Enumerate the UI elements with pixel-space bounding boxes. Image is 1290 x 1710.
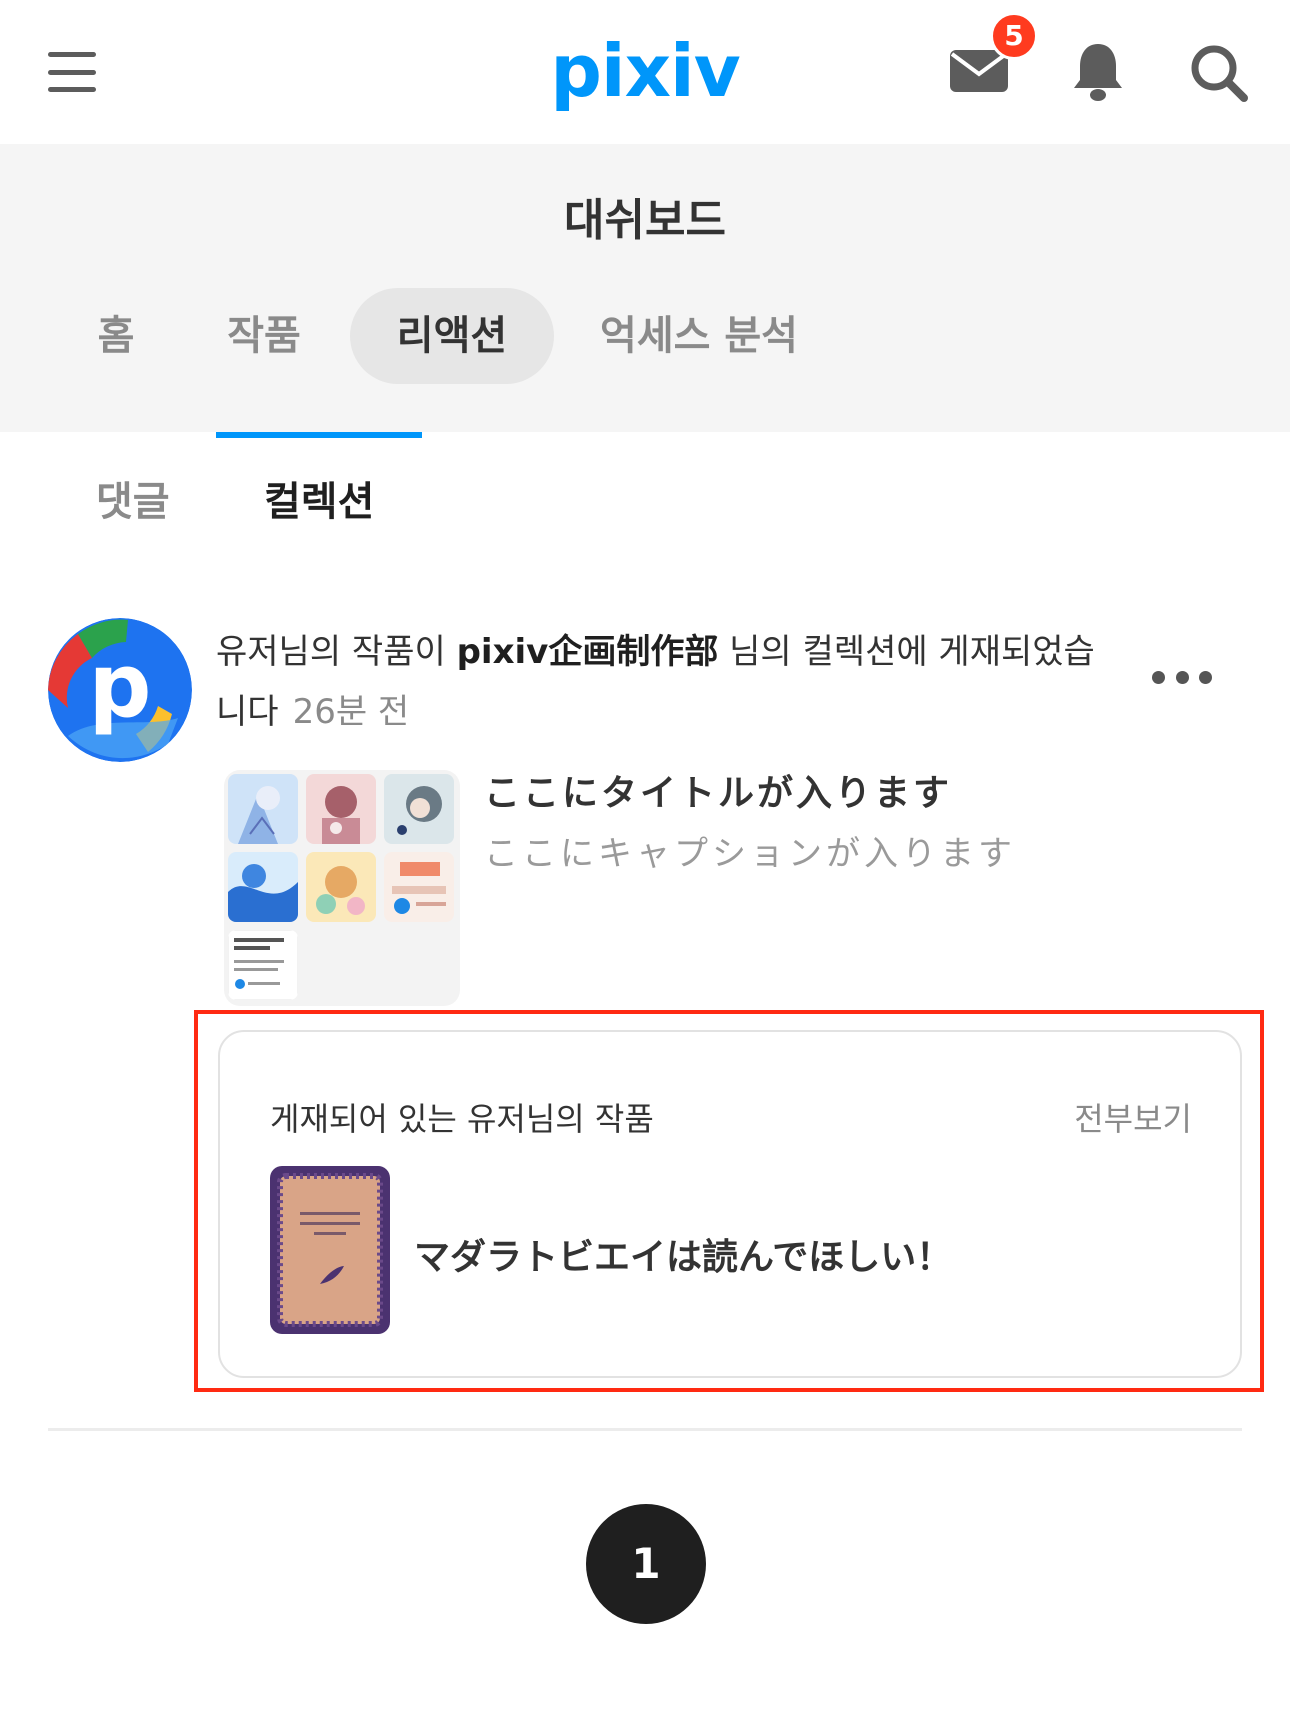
notification-time: 26분 전: [292, 692, 410, 732]
collection-thumbnail: [228, 774, 298, 844]
hamburger-icon[interactable]: [48, 52, 96, 92]
search-icon[interactable]: [1188, 42, 1250, 104]
bell-icon[interactable]: [1070, 40, 1126, 104]
posted-works-label: 게재되어 있는 유저님의 작품: [270, 1100, 654, 1138]
work-title[interactable]: マダラトビエイは読んでほしい！: [414, 1228, 952, 1280]
collection-thumbnail: [228, 852, 298, 922]
divider: [48, 1428, 1242, 1431]
collection-thumbnail: [306, 852, 376, 922]
collection-thumbnail: [384, 852, 454, 922]
app-header: pixiv 5: [0, 0, 1290, 144]
collection-caption: ここにキャプションが入ります: [484, 834, 1016, 874]
subtab-collection[interactable]: 컬렉션: [264, 470, 374, 534]
collector-name[interactable]: pixiv企画制作部: [457, 632, 719, 672]
posted-works-card: 게재되어 있는 유저님의 작품 전부보기 マダラトビエイは読んでほしい！: [218, 1030, 1242, 1378]
notification-message: 유저님의 작품이 pixiv企画制作部 님의 컬렉션에 게재되었습니다 26분 전: [216, 622, 1116, 742]
dashboard-header: 대쉬보드 홈 작품 리액션 억세스 분석: [0, 144, 1290, 432]
page-title: 대쉬보드: [564, 195, 726, 246]
tab-reaction[interactable]: 리액션: [350, 288, 554, 384]
collection-thumbnail: [228, 930, 298, 1000]
more-options-icon[interactable]: [1152, 662, 1212, 692]
mail-count-badge: 5: [990, 12, 1038, 60]
pixiv-logo[interactable]: pixiv: [540, 26, 750, 116]
see-all-link[interactable]: 전부보기: [1074, 1094, 1192, 1140]
pagination-current-page[interactable]: 1: [586, 1504, 706, 1624]
collection-title[interactable]: ここにタイトルが入ります: [484, 764, 952, 816]
tab-access-analysis[interactable]: 억세스 분석: [584, 288, 814, 384]
subtab-comments[interactable]: 댓글: [96, 470, 170, 534]
work-cover[interactable]: [270, 1166, 390, 1334]
collection-thumbnail-grid[interactable]: [224, 770, 460, 1006]
collection-thumbnail: [306, 774, 376, 844]
tab-home[interactable]: 홈: [66, 288, 166, 384]
avatar[interactable]: p: [48, 618, 192, 762]
active-tab-indicator: [216, 432, 422, 438]
svg-text:p: p: [89, 634, 152, 737]
collection-thumbnail: [384, 774, 454, 844]
tab-works[interactable]: 작품: [206, 288, 322, 384]
notification-prefix: 유저님의 작품이: [216, 632, 457, 672]
